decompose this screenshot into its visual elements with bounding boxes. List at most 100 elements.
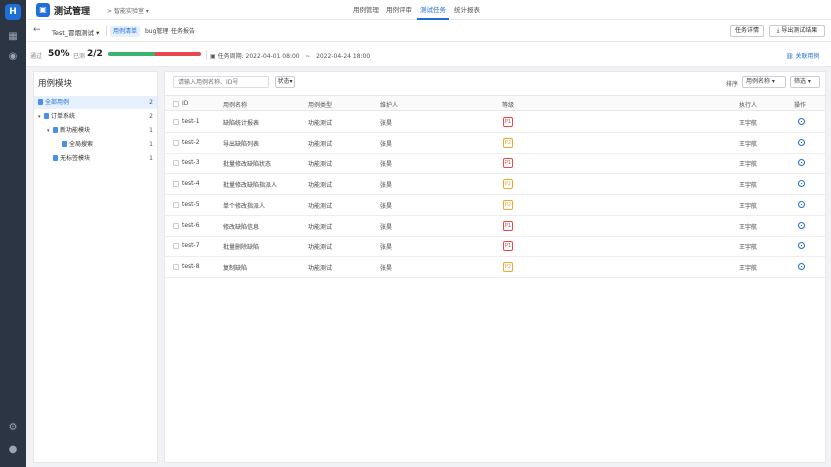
- execute-action-icon[interactable]: [798, 221, 805, 229]
- tree-item-count: 1: [149, 155, 153, 162]
- case-table-panel: 状态▾ 排序 用例名称 ▾ 筛选 ▾ ID 用例名称 用例类型 维护人 等级 执…: [164, 71, 826, 463]
- execute-action-icon[interactable]: [798, 118, 805, 125]
- tree-item-order-system[interactable]: ▾ 订单系统 2: [34, 110, 157, 123]
- left-rail: H ▦ ◉ ⚙ ●: [0, 0, 26, 467]
- nav-stat-report[interactable]: 统计报表: [451, 0, 483, 20]
- row-case-name[interactable]: 批量修改缺陷指派人: [223, 180, 277, 189]
- task-period: ▣ 任务周期: 2022-04-01 08:00 ~ 2022-04-24 18…: [210, 51, 370, 60]
- module-tree-title: 用例模块: [38, 79, 73, 89]
- tab-bug-mgmt[interactable]: bug管理: [142, 26, 171, 37]
- execute-action-icon[interactable]: [798, 242, 805, 250]
- period-separator: ~: [305, 53, 311, 60]
- row-case-name[interactable]: 复制缺陷: [223, 263, 247, 272]
- progress-bar: [108, 52, 201, 56]
- task-detail-button[interactable]: 任务详情: [730, 25, 764, 37]
- table-row[interactable]: test-8 复制缺陷 功能测试 张昊 P2 王宇航: [165, 257, 825, 278]
- execute-action-icon[interactable]: [798, 200, 805, 208]
- row-case-type: 功能测试: [308, 223, 333, 231]
- table-row[interactable]: test-4 批量修改缺陷指派人 功能测试 张昊 P2 王宇航: [165, 174, 825, 196]
- row-case-type: 功能测试: [308, 264, 333, 272]
- nav-test-task[interactable]: 测试任务: [417, 0, 449, 20]
- row-case-type: 功能测试: [308, 182, 333, 190]
- link-cases-button[interactable]: ⛓ 关联用例: [786, 51, 820, 60]
- tab-case-list[interactable]: 用例清单: [110, 26, 141, 37]
- row-checkbox[interactable]: [173, 222, 179, 229]
- col-level: 等级: [502, 102, 515, 109]
- row-executor: 王宇航: [739, 202, 758, 210]
- row-owner: 张昊: [380, 223, 393, 231]
- row-owner: 张昊: [380, 182, 393, 190]
- divider: [106, 26, 107, 36]
- row-checkbox[interactable]: [173, 139, 179, 146]
- task-header: ← Test_冒烟测试 ▾ 用例清单 bug管理 任务报告 任务详情 ⤓ 导出测…: [26, 20, 831, 42]
- project-arrow-icon: >: [107, 8, 114, 15]
- tested-value: 2/2: [87, 49, 103, 59]
- table-row[interactable]: test-2 导出缺陷列表 功能测试 张昊 P2 王宇航: [165, 133, 825, 154]
- row-id: test-5: [182, 200, 200, 208]
- table-row[interactable]: test-7 批量删除缺陷 功能测试 张昊 P1 王宇航: [165, 236, 825, 258]
- execute-action-icon[interactable]: [798, 138, 805, 146]
- user-avatar-icon[interactable]: ●: [8, 445, 18, 455]
- row-case-name[interactable]: 批量删除缺陷: [223, 242, 259, 251]
- tab-task-report[interactable]: 任务报告: [168, 26, 198, 37]
- back-arrow-icon[interactable]: ←: [33, 25, 41, 35]
- tree-item-count: 1: [149, 127, 153, 134]
- app-logo-icon[interactable]: H: [5, 4, 21, 20]
- row-case-type: 功能测试: [308, 120, 333, 127]
- row-checkbox[interactable]: [173, 181, 179, 188]
- pass-rate-label: 通过: [30, 53, 43, 60]
- row-id: test-2: [182, 138, 200, 146]
- table-row[interactable]: test-3 批量修改缺陷状态 功能测试 张昊 P1 王宇航: [165, 153, 825, 175]
- execute-action-icon[interactable]: [798, 180, 805, 188]
- row-checkbox[interactable]: [173, 201, 179, 208]
- row-case-name[interactable]: 导出缺陷列表: [223, 139, 259, 148]
- settings-gear-icon[interactable]: ⚙: [8, 423, 18, 433]
- level-badge: P2: [503, 261, 513, 272]
- tree-item-count: 2: [149, 113, 153, 120]
- tree-item-new-module[interactable]: ▾ 新功能模块 1: [34, 124, 157, 137]
- row-checkbox[interactable]: [173, 243, 179, 250]
- execute-action-icon[interactable]: [798, 262, 805, 270]
- top-bar: ▣ 测试管理 > 智能实验室 ▾ 用例管理 用例评审 测试任务 统计报表: [26, 0, 831, 20]
- execute-action-icon[interactable]: [798, 159, 805, 167]
- filter-button[interactable]: 筛选 ▾: [790, 76, 820, 88]
- tree-item-all-cases[interactable]: 全部用例 2: [34, 96, 157, 109]
- row-case-name[interactable]: 单个修改指派人: [223, 201, 265, 210]
- status-label: 状态: [277, 78, 290, 85]
- sort-select[interactable]: 用例名称 ▾: [742, 76, 786, 88]
- divider: [206, 50, 207, 60]
- level-badge: P1: [503, 241, 513, 252]
- row-case-type: 功能测试: [308, 244, 333, 252]
- task-chevron-icon: ▾: [94, 29, 100, 37]
- row-checkbox[interactable]: [173, 263, 179, 270]
- tree-item-label: 全部用例: [45, 99, 70, 106]
- task-selector[interactable]: Test_冒烟测试 ▾: [52, 27, 99, 37]
- status-filter-button[interactable]: 状态▾: [275, 76, 295, 88]
- project-selector[interactable]: > 智能实验室 ▾: [107, 6, 149, 15]
- row-case-name[interactable]: 修改缺陷信息: [223, 222, 259, 231]
- table-row[interactable]: test-6 修改缺陷信息 功能测试 张昊 P1 王宇航: [165, 216, 825, 237]
- nav-case-mgmt[interactable]: 用例管理: [351, 0, 381, 20]
- circle-nav-icon[interactable]: ◉: [8, 52, 18, 62]
- row-checkbox[interactable]: [173, 160, 179, 167]
- table-row[interactable]: test-5 单个修改指派人 功能测试 张昊 P2 王宇航: [165, 195, 825, 216]
- row-case-name[interactable]: 缺陷统计报表: [223, 118, 259, 127]
- export-results-button[interactable]: ⤓ 导出测试结果: [769, 25, 825, 37]
- row-owner: 张昊: [380, 202, 393, 210]
- row-checkbox[interactable]: [173, 119, 179, 125]
- nav-case-review[interactable]: 用例评审: [384, 0, 414, 20]
- tree-item-global-search[interactable]: 全局搜索 1: [34, 138, 157, 151]
- row-id: test-1: [182, 118, 200, 125]
- select-all-checkbox[interactable]: [173, 101, 179, 107]
- progress-fail-segment: [154, 52, 201, 56]
- search-input[interactable]: [173, 76, 269, 88]
- table-row[interactable]: test-1 缺陷统计报表 功能测试 张昊 P1 王宇航: [165, 112, 825, 133]
- chevron-down-icon: ▾: [770, 78, 775, 85]
- task-stats-bar: 通过 50% 已测 2/2 ▣ 任务周期: 2022-04-01 08:00 ~…: [26, 42, 831, 67]
- period-start: 2022-04-01 08:00: [245, 53, 300, 60]
- row-case-name[interactable]: 批量修改缺陷状态: [223, 159, 271, 168]
- tree-item-untagged[interactable]: 无标签模块 1: [34, 152, 157, 165]
- table-header: ID 用例名称 用例类型 维护人 等级 执行人 操作: [165, 95, 825, 111]
- chevron-down-icon: ▾: [806, 78, 811, 85]
- apps-grid-icon[interactable]: ▦: [8, 32, 18, 42]
